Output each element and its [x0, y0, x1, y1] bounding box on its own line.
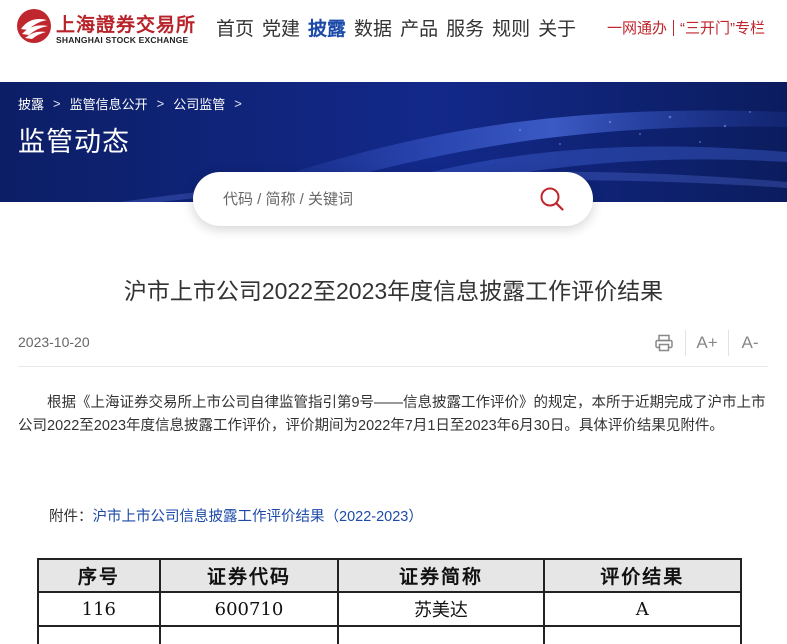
column-header-rating: 评价结果: [542, 558, 743, 593]
column-header-name: 证券简称: [337, 558, 545, 593]
table-header-row: 序号 证券代码 证券简称 评价结果: [37, 558, 743, 593]
publish-date: 2023-10-20: [18, 334, 90, 350]
search-icon[interactable]: [539, 186, 565, 212]
nav-item-rules[interactable]: 规则: [492, 14, 530, 41]
column-header-index: 序号: [37, 558, 161, 593]
nav-item-about[interactable]: 关于: [538, 14, 576, 41]
chevron-right-icon: >: [53, 96, 61, 111]
sse-logo-icon: [17, 9, 51, 43]
chevron-right-icon: >: [156, 96, 165, 111]
result-table: 序号 证券代码 证券简称 评价结果 116 600710 苏美达 A: [37, 558, 743, 644]
nav-item-data[interactable]: 数据: [354, 14, 392, 41]
breadcrumb-item-disclosure[interactable]: 披露: [18, 94, 44, 113]
attachment-prefix: 附件：: [49, 509, 93, 525]
table-row-partial: [37, 625, 743, 644]
logo-text-en: SHANGHAI STOCK EXCHANGE: [56, 35, 189, 45]
print-icon[interactable]: [651, 331, 677, 355]
top-links: 一网通办 “三开门”专栏: [607, 17, 765, 38]
nav-item-party[interactable]: 党建: [262, 14, 300, 41]
nav-item-home[interactable]: 首页: [216, 14, 254, 41]
breadcrumb-item-regulatory-info[interactable]: 监管信息公开: [70, 94, 148, 113]
search-input[interactable]: [223, 187, 523, 211]
article-paragraph: 根据《上海证券交易所上市公司自律监管指引第9号——信息披露工作评价》的规定，本所…: [18, 395, 766, 434]
table-row: 116 600710 苏美达 A: [37, 591, 743, 627]
page-title: 监管动态: [18, 127, 130, 157]
cell-code: 600710: [158, 591, 340, 627]
cell-index: 116: [37, 591, 161, 627]
search-box: [193, 172, 593, 226]
font-increase-button[interactable]: A+: [694, 331, 720, 355]
font-decrease-button[interactable]: A-: [737, 331, 763, 355]
attachment-line: 附件：沪市上市公司信息披露工作评价结果（2022-2023）: [49, 505, 423, 526]
tool-divider: [685, 330, 686, 356]
header-divider: [18, 366, 768, 367]
nav-item-products[interactable]: 产品: [400, 14, 438, 41]
one-stop-link[interactable]: 一网通办: [607, 17, 667, 38]
nav-item-disclosure[interactable]: 披露: [308, 14, 346, 41]
three-doors-link[interactable]: “三开门”专栏: [680, 17, 765, 38]
chevron-right-icon: >: [234, 96, 242, 111]
breadcrumb: 披露 > 监管信息公开 > 公司监管 >: [18, 94, 251, 113]
article-tools: A+ A-: [651, 330, 763, 356]
result-table-image: 序号 证券代码 证券简称 评价结果 116 600710 苏美达 A: [37, 558, 743, 644]
top-header: 上海證券交易所 SHANGHAI STOCK EXCHANGE 首页 党建 披露…: [0, 0, 787, 82]
nav-item-services[interactable]: 服务: [446, 14, 484, 41]
top-link-divider: [673, 19, 674, 36]
logo-text-cn: 上海證券交易所: [56, 14, 197, 36]
sse-logo[interactable]: 上海證券交易所 SHANGHAI STOCK EXCHANGE: [16, 8, 195, 48]
tool-divider: [728, 330, 729, 356]
breadcrumb-item-company-supervision[interactable]: 公司监管: [173, 94, 225, 113]
column-header-code: 证券代码: [158, 558, 340, 593]
attachment-link[interactable]: 沪市上市公司信息披露工作评价结果（2022-2023）: [93, 509, 423, 525]
cell-rating: A: [542, 591, 743, 627]
article-title: 沪市上市公司2022至2023年度信息披露工作评价结果: [123, 278, 664, 304]
main-nav: 首页 党建 披露 数据 产品 服务 规则 关于: [216, 14, 576, 41]
cell-name: 苏美达: [337, 591, 545, 627]
